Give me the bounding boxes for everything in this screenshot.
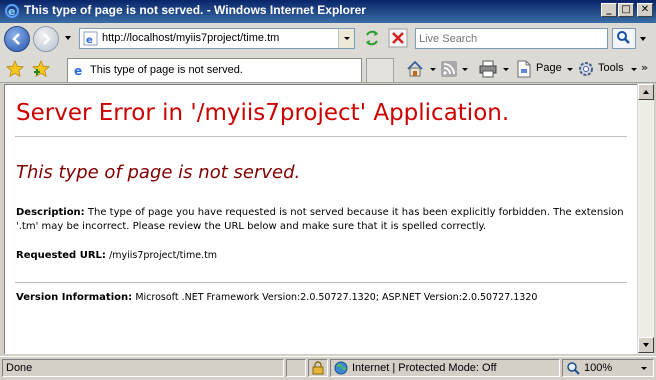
title-bar: e This type of page is not served. - Win… [0, 0, 656, 23]
scroll-up-button[interactable] [638, 84, 654, 100]
address-bar[interactable]: e http://localhost/myiis7project/time.tm [79, 28, 355, 49]
lock-icon [312, 361, 324, 375]
minimize-button[interactable]: _ [601, 3, 617, 17]
back-icon [12, 33, 20, 45]
zone-segment[interactable]: Internet | Protected Mode: Off [330, 359, 560, 377]
tab-current[interactable]: e This type of page is not served. [67, 58, 362, 82]
ie-logo-icon: e [5, 4, 19, 18]
status-bar: Done Internet | Protected Mode: Off 100% [0, 356, 656, 380]
search-button[interactable] [612, 28, 636, 49]
description-label: Description: [16, 207, 85, 218]
window-title: This type of page is not served. - Windo… [24, 3, 366, 17]
favorites-star-icon[interactable] [6, 60, 24, 78]
forward-icon [43, 33, 51, 45]
version-text: Microsoft .NET Framework Version:2.0.507… [135, 292, 538, 303]
tools-menu[interactable]: Tools [577, 59, 637, 79]
description-block: Description: The type of page you have r… [16, 206, 628, 234]
home-icon [407, 60, 423, 77]
tab-ie-icon: e [74, 64, 82, 78]
new-tab-button[interactable] [366, 58, 394, 82]
search-box[interactable] [415, 28, 608, 49]
requested-url-value: /myiis7project/time.tm [109, 250, 218, 261]
home-button[interactable] [406, 59, 436, 79]
page-ie-icon: e [83, 31, 98, 46]
page-menu[interactable]: Page [516, 59, 573, 79]
vertical-scrollbar[interactable] [637, 84, 654, 354]
maximize-button[interactable]: □ [618, 3, 634, 17]
globe-icon [334, 361, 348, 375]
search-icon [617, 31, 630, 44]
scroll-down-icon [643, 343, 649, 347]
divider [15, 136, 627, 137]
svg-text:e: e [86, 35, 93, 46]
zoom-icon [567, 362, 580, 375]
requested-url-block: Requested URL: /myiis7project/time.tm [16, 249, 628, 263]
page-menu-label: Page [536, 62, 562, 74]
tab-label: This type of page is not served. [90, 64, 243, 76]
tools-menu-label: Tools [598, 62, 624, 74]
close-button[interactable]: ✕ [637, 3, 653, 17]
scroll-down-button[interactable] [638, 337, 654, 353]
page-content: Server Error in '/myiis7project' Applica… [4, 84, 637, 354]
feeds-button[interactable] [441, 59, 471, 79]
version-label: Version Information: [16, 292, 133, 303]
refresh-icon[interactable] [362, 28, 382, 48]
feeds-icon [441, 61, 457, 77]
divider [15, 282, 627, 283]
zone-text: Internet | Protected Mode: Off [352, 362, 497, 374]
search-options-dropdown[interactable] [638, 35, 648, 43]
tools-gear-icon [579, 62, 593, 76]
security-segment[interactable] [308, 359, 328, 377]
scroll-up-icon [643, 90, 649, 94]
status-text: Done [6, 362, 33, 374]
status-segment-empty [286, 359, 306, 377]
add-favorites-icon[interactable] [32, 60, 50, 78]
svg-text:e: e [74, 64, 82, 78]
error-subtitle: This type of page is not served. [16, 162, 301, 183]
command-bar-overflow[interactable]: » [641, 61, 648, 74]
print-icon [479, 60, 497, 78]
description-text: The type of page you have requested is n… [16, 207, 624, 232]
zoom-segment[interactable]: 100% [562, 359, 654, 377]
print-button[interactable] [479, 59, 511, 79]
page-title: Server Error in '/myiis7project' Applica… [16, 100, 510, 126]
zoom-level: 100% [584, 362, 613, 374]
requested-url-label: Requested URL: [16, 250, 106, 261]
address-url[interactable]: http://localhost/myiis7project/time.tm [102, 32, 279, 44]
page-icon [517, 60, 531, 78]
stop-icon[interactable] [388, 28, 408, 48]
recent-pages-dropdown[interactable] [63, 33, 73, 43]
back-button[interactable] [4, 26, 30, 52]
forward-button[interactable] [33, 26, 59, 52]
svg-text:e: e [8, 5, 15, 18]
tab-command-bar: e This type of page is not served. Page … [0, 55, 656, 83]
status-text-segment: Done [2, 359, 284, 377]
address-dropdown[interactable] [338, 29, 354, 48]
address-toolbar: e http://localhost/myiis7project/time.tm [0, 23, 656, 55]
search-input[interactable] [419, 30, 604, 47]
version-info-block: Version Information: Microsoft .NET Fram… [16, 291, 628, 305]
